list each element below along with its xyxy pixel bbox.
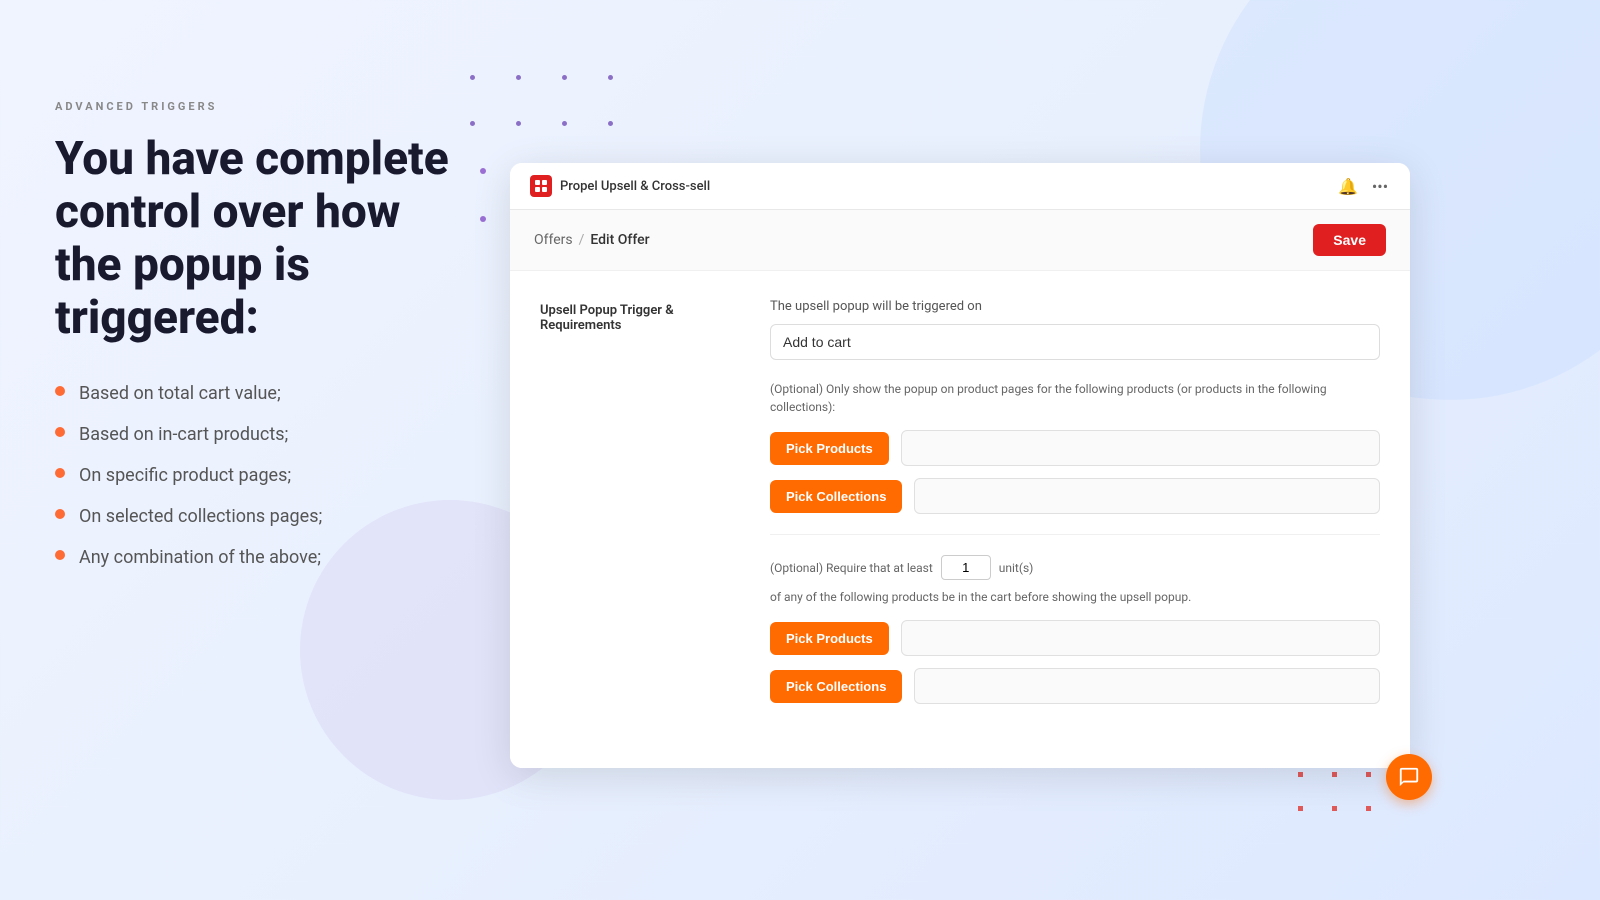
require-unit: unit(s) xyxy=(999,561,1034,575)
pick-collections-input-2[interactable] xyxy=(914,668,1380,704)
more-options-icon[interactable]: ••• xyxy=(1370,176,1390,196)
pick-products-button-2[interactable]: Pick Products xyxy=(770,622,889,655)
bullet-dot xyxy=(55,509,65,519)
bullet-text: On specific product pages; xyxy=(79,463,291,488)
pick-products-row-2: Pick Products xyxy=(770,620,1380,656)
bullet-text: Based on total cart value; xyxy=(79,381,281,406)
advanced-triggers-label: ADVANCED TRIGGERS xyxy=(55,100,475,113)
bullet-list: Based on total cart value; Based on in-ca… xyxy=(55,381,475,571)
trigger-select[interactable]: Add to cartPage loadExit intent xyxy=(770,324,1380,360)
app-logo-name: Propel Upsell & Cross-sell xyxy=(560,179,710,194)
pick-collections-input-1[interactable] xyxy=(914,478,1380,514)
bullet-dot xyxy=(55,386,65,396)
bullet-item: On selected collections pages; xyxy=(55,504,475,529)
left-panel: ADVANCED TRIGGERS You have complete cont… xyxy=(55,100,475,571)
optional-note-1: (Optional) Only show the popup on produc… xyxy=(770,380,1380,416)
bullet-dot xyxy=(55,427,65,437)
breadcrumb-separator: / xyxy=(579,232,585,248)
bullet-text: Any combination of the above; xyxy=(79,545,321,570)
bullet-dot xyxy=(55,550,65,560)
bullet-item: Any combination of the above; xyxy=(55,545,475,570)
pick-products-input-1[interactable] xyxy=(901,430,1380,466)
pick-products-row-1: Pick Products xyxy=(770,430,1380,466)
pick-products-input-2[interactable] xyxy=(901,620,1380,656)
require-row: (Optional) Require that at least unit(s) xyxy=(770,555,1380,580)
trigger-label: The upsell popup will be triggered on xyxy=(770,299,1380,314)
optional-note-2: of any of the following products be in t… xyxy=(770,588,1380,606)
pick-collections-row-1: Pick Collections xyxy=(770,478,1380,514)
app-logo-icon xyxy=(530,175,552,197)
breadcrumb-current: Edit Offer xyxy=(590,232,649,248)
bullet-item: Based on in-cart products; xyxy=(55,422,475,447)
divider xyxy=(770,534,1380,535)
pick-collections-row-2: Pick Collections xyxy=(770,668,1380,704)
section-label: Upsell Popup Trigger & Requirements xyxy=(540,299,740,716)
chat-button[interactable] xyxy=(1386,754,1432,800)
breadcrumb-parent[interactable]: Offers xyxy=(534,232,573,248)
breadcrumb: Offers / Edit Offer xyxy=(534,232,650,248)
left-dots-decoration xyxy=(480,168,486,222)
pick-products-button-1[interactable]: Pick Products xyxy=(770,432,889,465)
bullet-item: On specific product pages; xyxy=(55,463,475,488)
main-heading: You have complete control over how the p… xyxy=(55,133,475,345)
breadcrumb-bar: Offers / Edit Offer Save xyxy=(510,210,1410,271)
bullet-text: On selected collections pages; xyxy=(79,504,322,529)
dots-grid-top xyxy=(470,75,626,139)
save-button[interactable]: Save xyxy=(1313,224,1386,256)
bullet-text: Based on in-cart products; xyxy=(79,422,288,447)
pick-collections-button-2[interactable]: Pick Collections xyxy=(770,670,902,703)
pick-collections-button-1[interactable]: Pick Collections xyxy=(770,480,902,513)
require-label-prefix: (Optional) Require that at least xyxy=(770,561,933,575)
bullet-dot xyxy=(55,468,65,478)
app-topbar-icons: 🔔 ••• xyxy=(1338,176,1390,196)
app-content: Upsell Popup Trigger & Requirements The … xyxy=(510,271,1410,768)
app-topbar: Propel Upsell & Cross-sell 🔔 ••• xyxy=(510,163,1410,210)
logo-svg xyxy=(534,179,548,193)
app-window: Propel Upsell & Cross-sell 🔔 ••• Offers … xyxy=(510,163,1410,768)
app-logo-area: Propel Upsell & Cross-sell xyxy=(530,175,710,197)
bullet-item: Based on total cart value; xyxy=(55,381,475,406)
notification-icon[interactable]: 🔔 xyxy=(1338,176,1358,196)
trigger-section-row: Upsell Popup Trigger & Requirements The … xyxy=(540,299,1380,716)
chat-icon xyxy=(1398,766,1420,788)
section-body: The upsell popup will be triggered on Ad… xyxy=(770,299,1380,716)
require-quantity-input[interactable] xyxy=(941,555,991,580)
